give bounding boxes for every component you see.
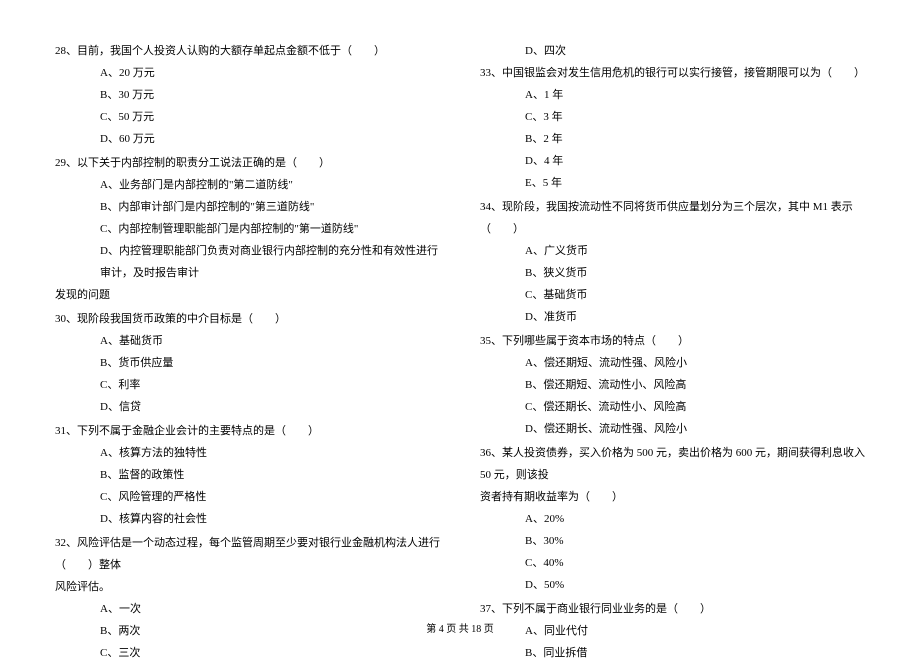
question-text: 32、风险评估是一个动态过程，每个监管周期至少要对银行业金融机构法人进行（ ）整…: [55, 532, 440, 576]
option-c: C、内部控制管理职能部门是内部控制的"第一道防线": [55, 218, 440, 240]
option-d: D、内控管理职能部门负责对商业银行内部控制的充分性和有效性进行审计，及时报告审计: [55, 240, 440, 284]
option-d-continuation: 发现的问题: [55, 284, 440, 306]
right-column: D、四次 33、中国银监会对发生信用危机的银行可以实行接管，接管期限可以为（ ）…: [480, 40, 865, 600]
option-b: B、同业拆借: [480, 642, 865, 664]
option-c: C、基础货币: [480, 284, 865, 306]
option-d: D、准货币: [480, 306, 865, 328]
option-b: B、狭义货币: [480, 262, 865, 284]
option-a: A、偿还期短、流动性强、风险小: [480, 352, 865, 374]
option-a: A、基础货币: [55, 330, 440, 352]
option-d: D、四次: [480, 40, 865, 62]
option-b: B、内部审计部门是内部控制的"第三道防线": [55, 196, 440, 218]
option-e: E、5 年: [480, 172, 865, 194]
option-c: C、50 万元: [55, 106, 440, 128]
question-text: 35、下列哪些属于资本市场的特点（ ）: [480, 330, 865, 352]
question-text: 29、以下关于内部控制的职责分工说法正确的是（ ）: [55, 152, 440, 174]
option-c: C、3 年: [480, 106, 865, 128]
question-continuation: 资者持有期收益率为（ ）: [480, 486, 865, 508]
option-b: B、货币供应量: [55, 352, 440, 374]
option-a: A、20 万元: [55, 62, 440, 84]
question-33: 33、中国银监会对发生信用危机的银行可以实行接管，接管期限可以为（ ） A、1 …: [480, 62, 865, 194]
option-b: B、30%: [480, 530, 865, 552]
option-a: A、20%: [480, 508, 865, 530]
option-c: C、利率: [55, 374, 440, 396]
question-text: 28、目前，我国个人投资人认购的大额存单起点金额不低于（ ）: [55, 40, 440, 62]
question-text: 31、下列不属于金融企业会计的主要特点的是（ ）: [55, 420, 440, 442]
question-text: 36、某人投资债券，买入价格为 500 元，卖出价格为 600 元，期间获得利息…: [480, 442, 865, 486]
question-34: 34、现阶段，我国按流动性不同将货币供应量划分为三个层次，其中 M1 表示（ ）…: [480, 196, 865, 328]
option-a: A、业务部门是内部控制的"第二道防线": [55, 174, 440, 196]
option-d: D、50%: [480, 574, 865, 596]
question-text: 37、下列不属于商业银行同业业务的是（ ）: [480, 598, 865, 620]
question-29: 29、以下关于内部控制的职责分工说法正确的是（ ） A、业务部门是内部控制的"第…: [55, 152, 440, 306]
option-b: B、监督的政策性: [55, 464, 440, 486]
question-32: 32、风险评估是一个动态过程，每个监管周期至少要对银行业金融机构法人进行（ ）整…: [55, 532, 440, 664]
option-c: C、偿还期长、流动性小、风险高: [480, 396, 865, 418]
content-columns: 28、目前，我国个人投资人认购的大额存单起点金额不低于（ ） A、20 万元 B…: [55, 40, 865, 600]
page-footer: 第 4 页 共 18 页: [0, 620, 920, 635]
question-30: 30、现阶段我国货币政策的中介目标是（ ） A、基础货币 B、货币供应量 C、利…: [55, 308, 440, 418]
option-c: C、风险管理的严格性: [55, 486, 440, 508]
question-35: 35、下列哪些属于资本市场的特点（ ） A、偿还期短、流动性强、风险小 B、偿还…: [480, 330, 865, 440]
option-b: B、偿还期短、流动性小、风险高: [480, 374, 865, 396]
option-d: D、4 年: [480, 150, 865, 172]
option-d: D、60 万元: [55, 128, 440, 150]
question-text: 34、现阶段，我国按流动性不同将货币供应量划分为三个层次，其中 M1 表示（ ）: [480, 196, 865, 240]
question-31: 31、下列不属于金融企业会计的主要特点的是（ ） A、核算方法的独特性 B、监督…: [55, 420, 440, 530]
option-d: D、信贷: [55, 396, 440, 418]
question-28: 28、目前，我国个人投资人认购的大额存单起点金额不低于（ ） A、20 万元 B…: [55, 40, 440, 150]
option-a: A、一次: [55, 598, 440, 620]
question-36: 36、某人投资债券，买入价格为 500 元，卖出价格为 600 元，期间获得利息…: [480, 442, 865, 596]
question-text: 30、现阶段我国货币政策的中介目标是（ ）: [55, 308, 440, 330]
question-text: 33、中国银监会对发生信用危机的银行可以实行接管，接管期限可以为（ ）: [480, 62, 865, 84]
option-b: B、2 年: [480, 128, 865, 150]
option-d: D、偿还期长、流动性强、风险小: [480, 418, 865, 440]
option-a: A、核算方法的独特性: [55, 442, 440, 464]
option-a: A、1 年: [480, 84, 865, 106]
option-c: C、三次: [55, 642, 440, 664]
option-d: D、核算内容的社会性: [55, 508, 440, 530]
option-a: A、广义货币: [480, 240, 865, 262]
left-column: 28、目前，我国个人投资人认购的大额存单起点金额不低于（ ） A、20 万元 B…: [55, 40, 440, 600]
option-c: C、40%: [480, 552, 865, 574]
question-continuation: 风险评估。: [55, 576, 440, 598]
option-b: B、30 万元: [55, 84, 440, 106]
